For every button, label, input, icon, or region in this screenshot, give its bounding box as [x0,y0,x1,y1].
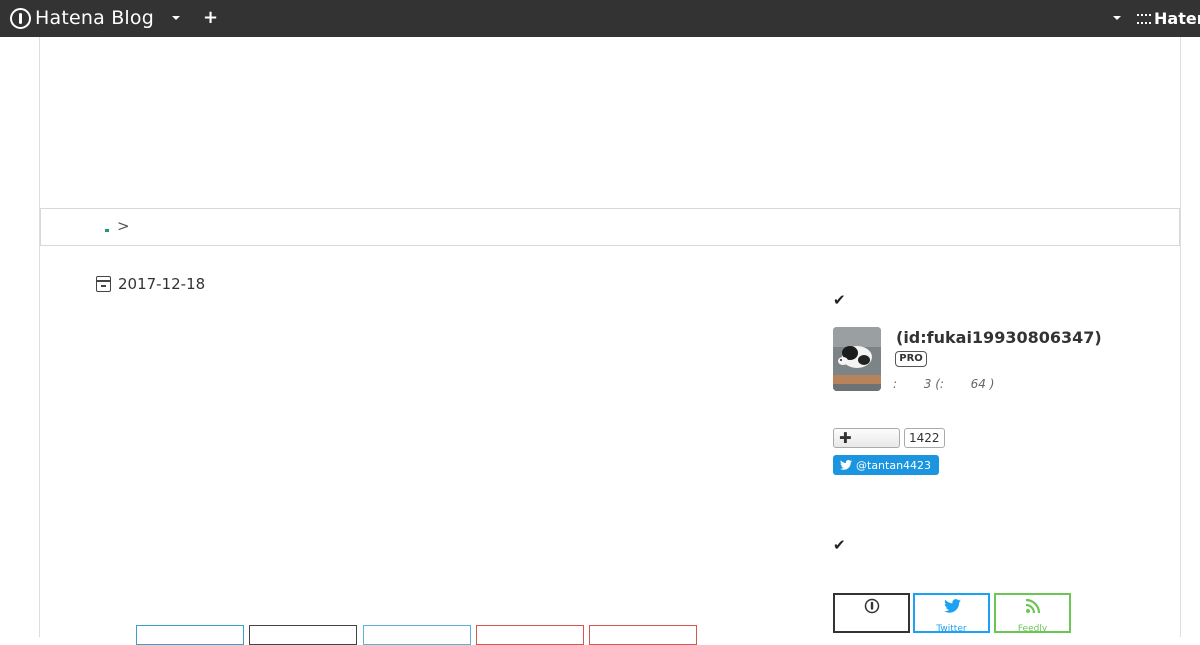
twitter-handle: @tantan4423 [856,458,932,472]
twitter-icon [944,599,961,613]
profile-user-id[interactable]: (id:fukai19930806347) [896,328,1102,347]
calendar-icon [96,276,111,292]
module-check-icon: ✔ [833,536,846,554]
follow-button[interactable]: ✚ [833,428,900,448]
pro-badge: PRO [895,351,927,367]
avatar[interactable] [833,327,881,391]
hatena-account-link[interactable]: Haten [1137,9,1200,28]
module-check-icon: ✔ [833,291,846,309]
share-button-line[interactable] [589,625,697,645]
profile-stats: : 3 (: 64 ) [893,377,995,391]
twitter-follow-button[interactable]: @tantan4423 [833,455,939,475]
rss-icon [1025,598,1041,614]
brand-name: Hatena Blog [35,7,154,29]
subscribe-twitter-label: Twitter [936,624,967,634]
right-brand-text: Haten [1154,9,1200,28]
hatena-blog-logo[interactable]: Hatena Blog [10,7,154,29]
subscribe-hatena-button[interactable] [833,593,910,633]
top-bar: Hatena Blog + Haten [0,0,1200,37]
twitter-icon [840,460,852,470]
subscribe-feedly-button[interactable]: Feedly [994,593,1071,634]
breadcrumb-separator: > [117,217,130,235]
hatena-icon [864,598,880,614]
hatena-mini-icon [1137,13,1151,24]
chevron-down-icon[interactable] [172,16,180,20]
share-button-twitter[interactable] [363,625,471,645]
account-menu-chevron-icon[interactable] [1113,16,1121,20]
share-button-hatena[interactable] [249,625,357,645]
entry-date: 2017-12-18 [96,275,205,293]
plus-icon[interactable]: + [203,8,218,28]
plus-icon: ✚ [839,429,852,447]
subscribe-feedly-label: Feedly [1017,624,1048,634]
hatena-logo-icon [10,7,31,29]
follower-count[interactable]: 1422 [904,428,945,448]
share-button-pocket[interactable] [476,625,584,645]
share-button-hatena-bookmark[interactable] [136,625,244,645]
breadcrumb-home-link[interactable] [105,229,109,232]
cat-photo [833,327,881,391]
subscribe-twitter-button[interactable]: Twitter [913,593,990,634]
breadcrumb: > [40,208,1180,246]
entry-date-text[interactable]: 2017-12-18 [118,275,205,293]
